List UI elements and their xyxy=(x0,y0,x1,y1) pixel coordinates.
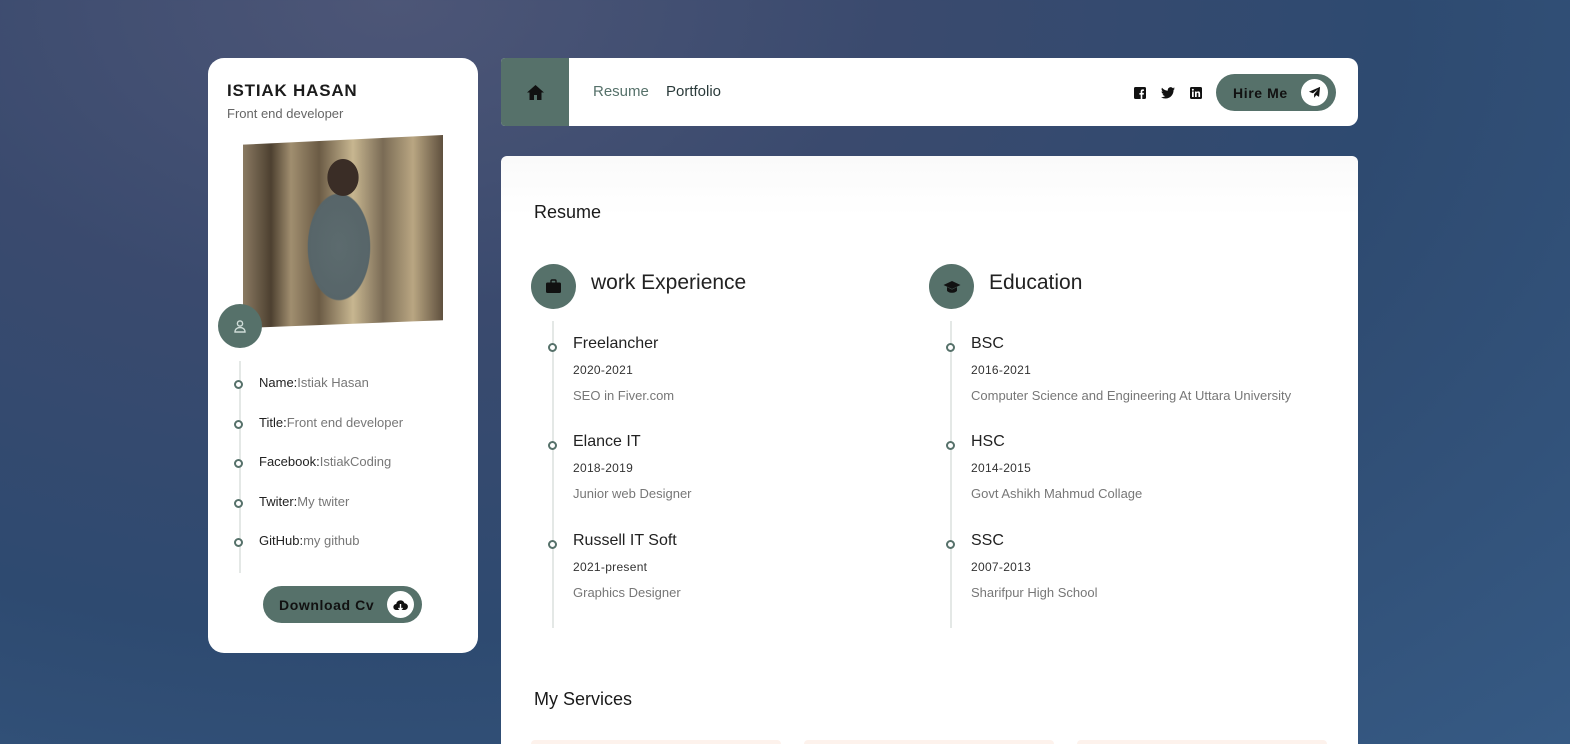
graduation-cap-icon-badge xyxy=(929,264,974,309)
briefcase-icon xyxy=(546,279,561,293)
bullet-icon xyxy=(234,380,243,389)
home-icon xyxy=(526,84,544,100)
facebook-icon[interactable] xyxy=(1133,86,1147,100)
resume-section-title: Resume xyxy=(531,202,605,226)
work-item-desc: Junior web Designer xyxy=(573,486,692,501)
bullet-icon xyxy=(946,343,955,352)
education-item-title: SSC xyxy=(971,532,1004,549)
services-section-title: My Services xyxy=(531,689,636,713)
home-button[interactable] xyxy=(501,58,569,126)
profile-role: Front end developer xyxy=(227,106,344,121)
profile-name: ISTIAK HASAN xyxy=(227,81,358,100)
info-item-title: Title: Front end developer xyxy=(234,415,403,430)
resume-title-text: Resume xyxy=(534,202,602,222)
education-item-years: 2007-2013 xyxy=(971,560,1032,574)
info-key: Facebook: xyxy=(259,454,320,469)
nav-link-resume[interactable]: Resume xyxy=(593,83,649,100)
services-title-text: My Services xyxy=(534,689,633,709)
work-item-desc: Graphics Designer xyxy=(573,585,681,600)
profile-card: ISTIAK HASAN Front end developer Name: Is… xyxy=(208,58,478,653)
user-icon-badge xyxy=(218,304,262,348)
education-item-title: HSC xyxy=(971,433,1005,450)
work-item-desc: SEO in Fiver.com xyxy=(573,388,675,403)
bullet-icon xyxy=(234,420,243,429)
bullet-icon xyxy=(234,538,243,547)
info-value[interactable]: my github xyxy=(303,533,359,548)
work-item-years: 2021-present xyxy=(573,560,648,574)
info-value[interactable]: IstiakCoding xyxy=(320,454,392,469)
work-experience-heading: work Experience xyxy=(591,271,747,294)
bullet-icon xyxy=(946,540,955,549)
work-timeline-line xyxy=(552,321,554,628)
bullet-icon xyxy=(234,459,243,468)
resume-panel: Resume work Experience Freelancher 2020-… xyxy=(501,156,1358,744)
download-cv-label: Download Cv xyxy=(279,596,375,613)
info-key: Title: xyxy=(259,415,287,430)
work-item-title: Freelancher xyxy=(573,335,659,352)
education-heading: Education xyxy=(989,271,1083,294)
work-item-years: 2020-2021 xyxy=(573,363,634,377)
nav-link-portfolio[interactable]: Portfolio xyxy=(666,83,721,100)
education-timeline-line xyxy=(950,321,952,628)
info-item-name: Name: Istiak Hasan xyxy=(234,375,369,390)
bullet-icon xyxy=(548,540,557,549)
info-value: Istiak Hasan xyxy=(297,375,369,390)
education-item-title: BSC xyxy=(971,335,1004,352)
bullet-icon xyxy=(548,343,557,352)
briefcase-icon-badge xyxy=(531,264,576,309)
hire-me-label: Hire Me xyxy=(1233,84,1288,101)
info-key: Twiter: xyxy=(259,494,298,509)
bullet-icon xyxy=(548,441,557,450)
top-nav: Resume Portfolio Hire Me xyxy=(501,58,1358,126)
education-item-years: 2014-2015 xyxy=(971,461,1032,475)
info-item-github: GitHub: my github xyxy=(234,533,359,548)
info-value[interactable]: My twiter xyxy=(297,494,349,509)
work-item-title: Elance IT xyxy=(573,433,641,450)
download-cv-button[interactable]: Download Cv xyxy=(263,586,422,623)
info-value: Front end developer xyxy=(286,415,404,430)
service-card[interactable] xyxy=(1077,740,1327,744)
cloud-download-icon xyxy=(387,591,414,618)
user-icon xyxy=(234,320,246,333)
work-item-years: 2018-2019 xyxy=(573,461,634,475)
service-card[interactable] xyxy=(804,740,1054,744)
service-card[interactable] xyxy=(531,740,781,744)
education-item-desc: Sharifpur High School xyxy=(971,585,1098,600)
hire-me-button[interactable]: Hire Me xyxy=(1216,74,1336,111)
education-item-desc: Computer Science and Engineering At Utta… xyxy=(971,388,1292,403)
info-item-facebook: Facebook: IstiakCoding xyxy=(234,454,391,469)
send-icon xyxy=(1301,79,1328,106)
bullet-icon xyxy=(946,441,955,450)
graduation-cap-icon xyxy=(943,280,960,293)
education-item-desc: Govt Ashikh Mahmud Collage xyxy=(971,486,1143,501)
education-item-years: 2016-2021 xyxy=(971,363,1032,377)
info-key: Name: xyxy=(259,375,298,390)
info-key: GitHub: xyxy=(259,533,304,548)
profile-photo xyxy=(243,135,443,328)
info-item-twitter: Twiter: My twiter xyxy=(234,494,349,509)
bullet-icon xyxy=(234,499,243,508)
linkedin-icon[interactable] xyxy=(1189,86,1203,100)
work-item-title: Russell IT Soft xyxy=(573,532,677,549)
twitter-icon[interactable] xyxy=(1161,86,1175,100)
